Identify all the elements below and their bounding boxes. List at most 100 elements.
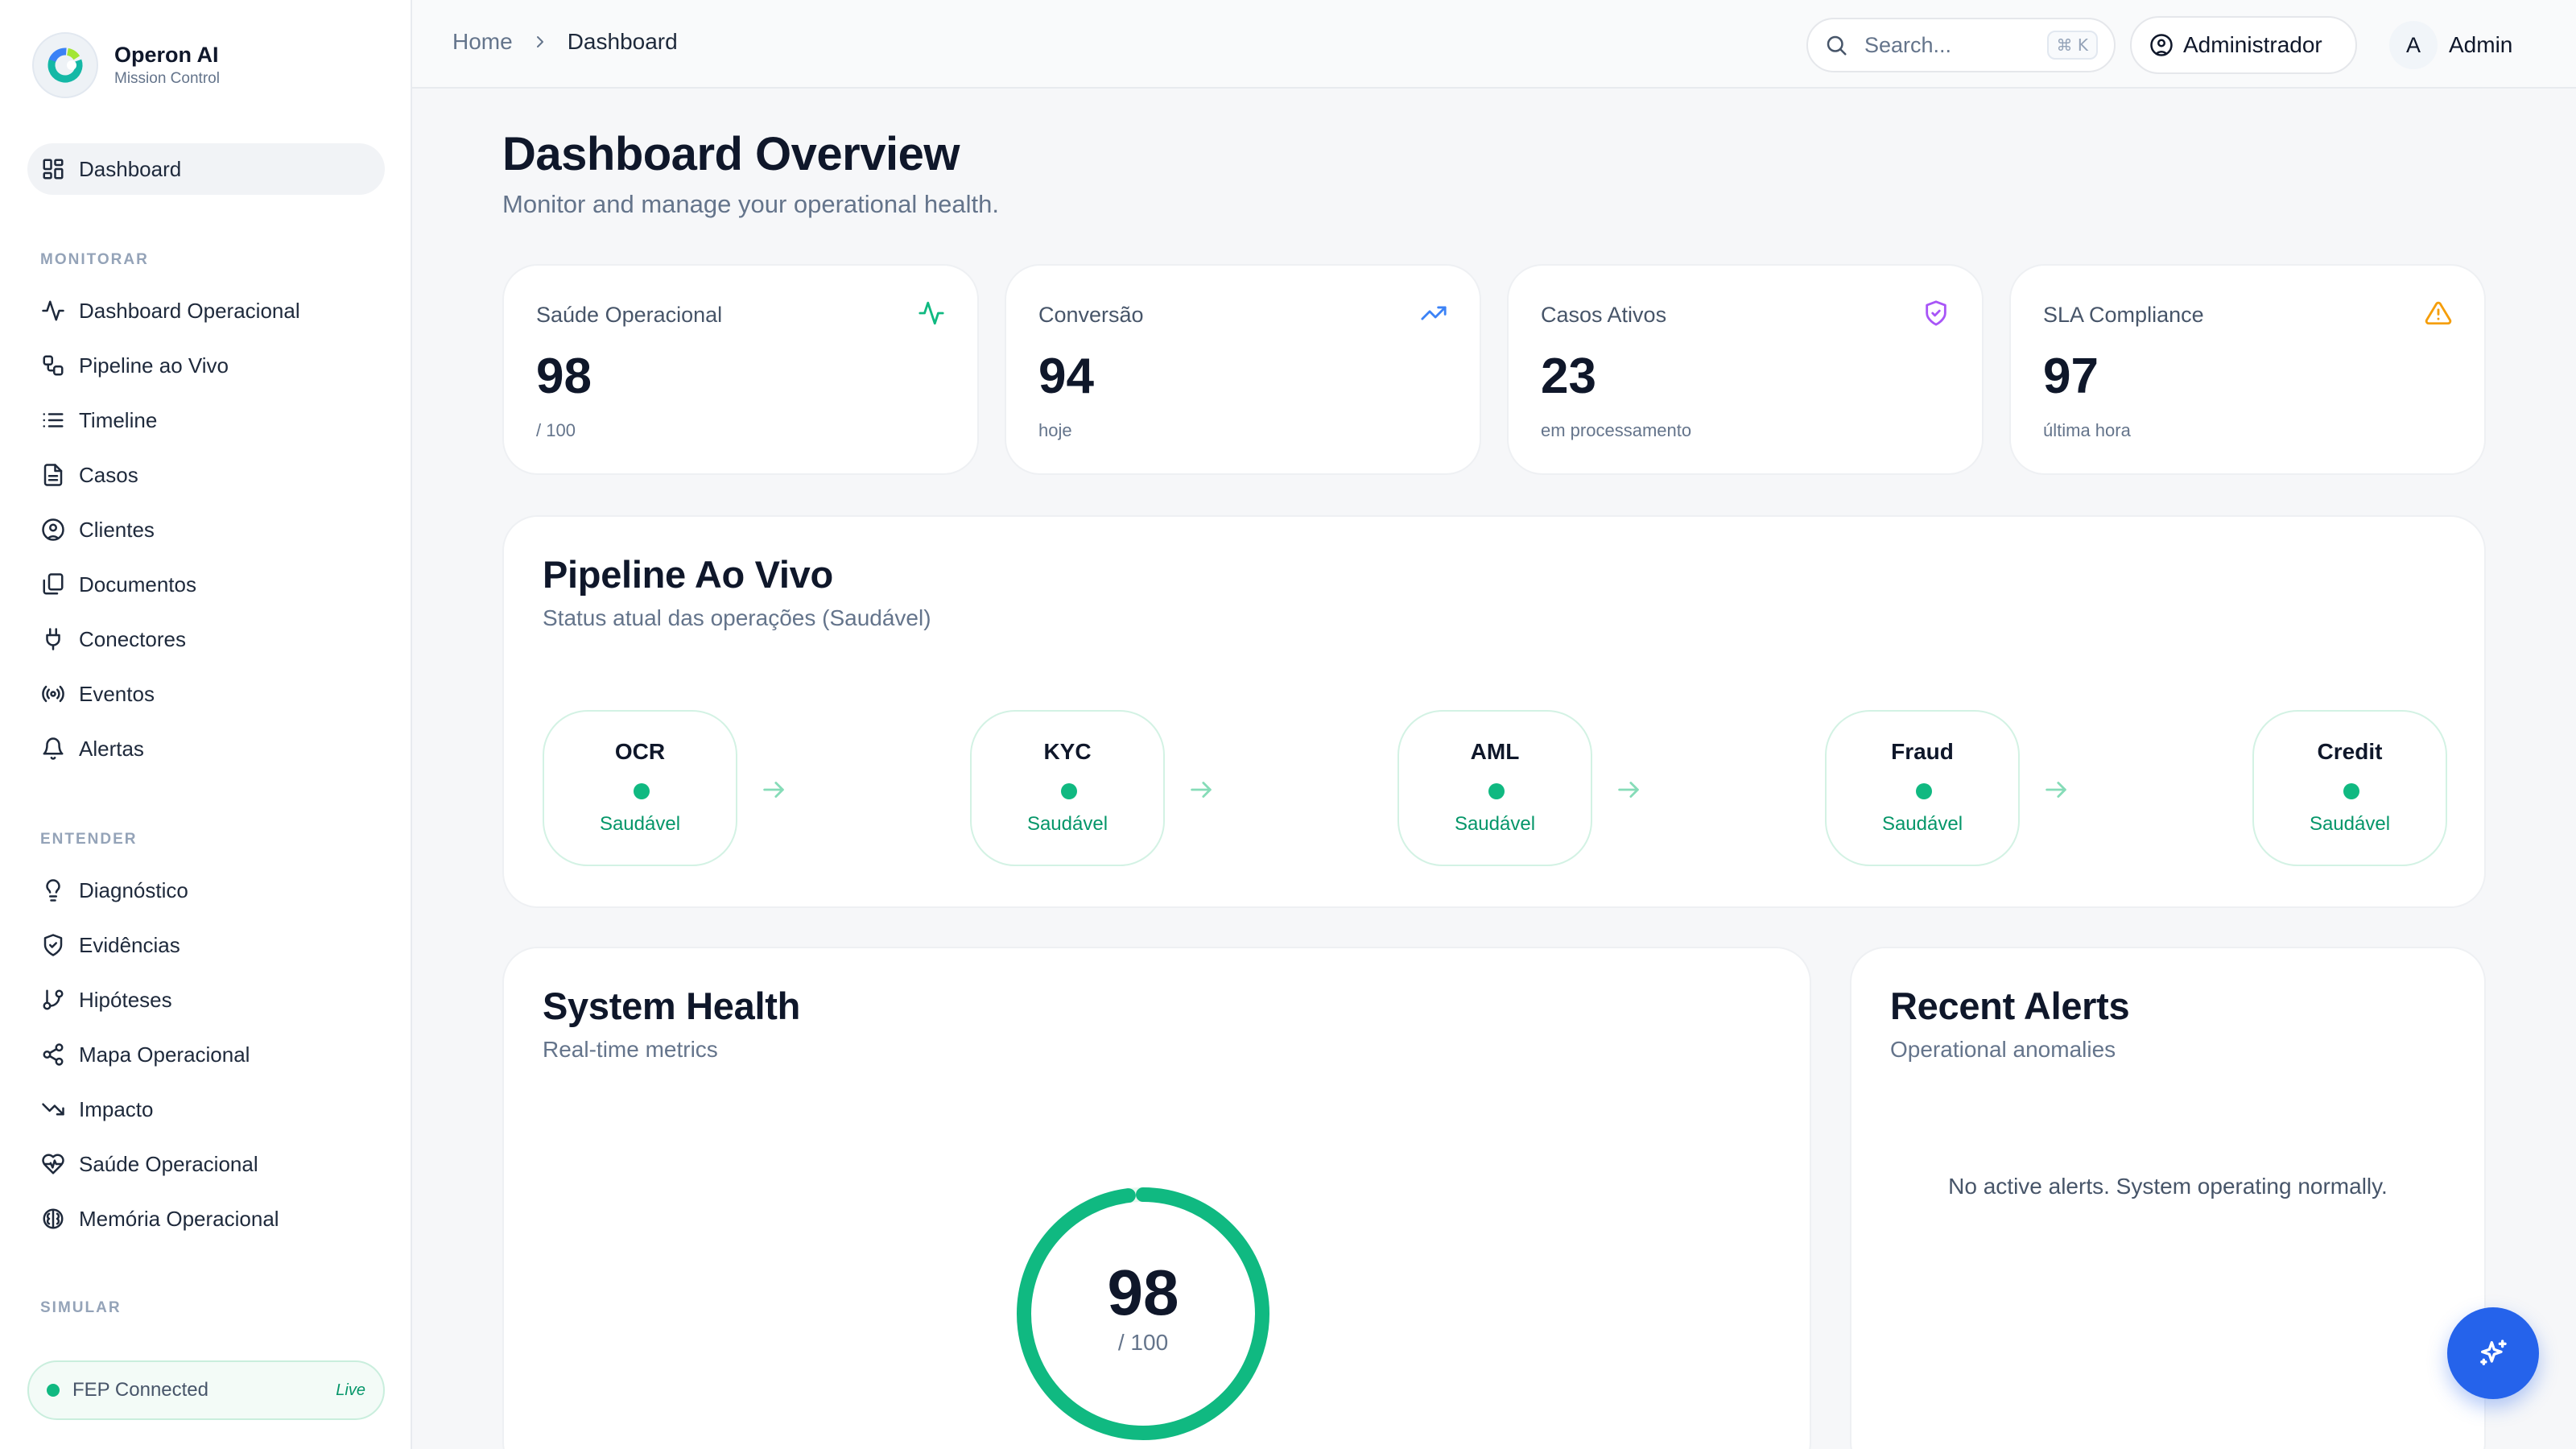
activity-icon [40, 298, 66, 324]
arrow-right-icon [2042, 776, 2070, 803]
section-title-simular: SIMULAR [40, 1299, 122, 1316]
brand-subtitle: Mission Control [114, 70, 220, 87]
sidebar-item-alertas[interactable]: Alertas [40, 733, 144, 765]
connection-status-label: FEP Connected [72, 1379, 208, 1401]
search-input[interactable]: Search... ⌘ K [1806, 18, 2116, 72]
sidebar-item-casos[interactable]: Casos [40, 459, 138, 491]
alert-triangle-icon [2425, 299, 2452, 327]
activity-icon [918, 299, 945, 327]
brand-logo-icon [32, 32, 98, 98]
breadcrumb-home-link[interactable]: Home [452, 29, 513, 55]
kpi-card-sla-compliance[interactable]: SLA Compliance 97 última hora [2009, 264, 2486, 475]
sidebar-item-hipoteses[interactable]: Hipóteses [40, 984, 172, 1016]
health-gauge: 98 / 100 [1011, 1182, 1275, 1446]
kpi-title: SLA Compliance [2043, 303, 2204, 327]
status-dot [2343, 783, 2359, 799]
section-title-monitorar: MONITORAR [40, 251, 149, 268]
git-branch-icon [40, 987, 66, 1013]
user-circle-icon [2149, 33, 2174, 57]
pipeline-stage-aml[interactable]: AML Saudável [1397, 710, 1592, 866]
pipeline-stage-credit[interactable]: Credit Saudável [2252, 710, 2447, 866]
search-icon [1824, 33, 1848, 57]
alerts-title: Recent Alerts [1890, 985, 2130, 1027]
sidebar-item-label: Timeline [79, 407, 158, 432]
brand[interactable]: Operon AI Mission Control [32, 32, 220, 98]
health-score-suffix: / 100 [1117, 1330, 1169, 1355]
stage-name: Fraud [1891, 739, 1954, 764]
role-label: Administrador [2183, 32, 2322, 57]
page-subtitle: Monitor and manage your operational heal… [502, 190, 999, 218]
pipeline-subtitle: Status atual das operações (Saudável) [543, 605, 931, 630]
stage-name: OCR [614, 739, 666, 764]
arrow-right-icon [1187, 776, 1215, 803]
share-icon [40, 1042, 66, 1067]
sidebar-item-impacto[interactable]: Impacto [40, 1093, 154, 1125]
connection-status-badge: FEP Connected Live [27, 1360, 385, 1420]
files-icon [40, 572, 66, 597]
kpi-value: 94 [1038, 349, 1094, 404]
system-health-title: System Health [543, 985, 801, 1027]
pipeline-stage-kyc[interactable]: KYC Saudável [970, 710, 1165, 866]
kpi-card-casos-ativos[interactable]: Casos Ativos 23 em processamento [1507, 264, 1984, 475]
kpi-subtext: última hora [2043, 420, 2131, 440]
sidebar-item-eventos[interactable]: Eventos [40, 678, 155, 710]
sidebar-item-conectores[interactable]: Conectores [40, 623, 186, 655]
sidebar-item-label: Dashboard [79, 156, 182, 181]
heart-pulse-icon [40, 1151, 66, 1177]
sidebar-item-label: Clientes [79, 517, 155, 542]
layout-grid-icon [40, 156, 66, 182]
sidebar-item-pipeline-ao-vivo[interactable]: Pipeline ao Vivo [40, 349, 229, 382]
avatar: A [2389, 21, 2438, 69]
kpi-title: Saúde Operacional [536, 303, 723, 327]
sidebar-item-memoria-operacional[interactable]: Memória Operacional [40, 1203, 279, 1235]
sidebar-item-label: Conectores [79, 626, 186, 651]
trending-down-icon [40, 1096, 66, 1122]
stage-name: Credit [2317, 739, 2383, 764]
sidebar-item-timeline[interactable]: Timeline [40, 404, 157, 436]
alerts-empty-state: No active alerts. System operating norma… [1948, 1174, 2388, 1199]
status-dot [1916, 783, 1932, 799]
trending-up-icon [1420, 299, 1447, 327]
arrow-right-icon [760, 776, 787, 803]
stage-status: Saudável [599, 813, 681, 835]
stage-status: Saudável [1454, 813, 1536, 835]
kpi-card-conversao[interactable]: Conversão 94 hoje [1005, 264, 1481, 475]
system-health-subtitle: Real-time metrics [543, 1037, 718, 1062]
status-dot [1488, 783, 1505, 799]
sidebar-item-mapa-operacional[interactable]: Mapa Operacional [40, 1038, 250, 1071]
sidebar-item-dashboard[interactable]: Dashboard [27, 143, 385, 195]
sidebar-item-dashboard-operacional[interactable]: Dashboard Operacional [40, 295, 300, 327]
ai-assistant-button[interactable] [2447, 1307, 2539, 1399]
role-switch-button[interactable]: Administrador [2130, 16, 2357, 74]
sidebar-item-diagnostico[interactable]: Diagnóstico [40, 874, 188, 906]
sidebar: Operon AI Mission Control Dashboard MONI… [0, 0, 412, 1449]
kpi-card-saude-operacional[interactable]: Saúde Operacional 98 / 100 [502, 264, 979, 475]
stage-status: Saudável [1026, 813, 1108, 835]
sidebar-item-clientes[interactable]: Clientes [40, 514, 155, 546]
workflow-icon [40, 353, 66, 378]
sidebar-item-documentos[interactable]: Documentos [40, 568, 196, 601]
alerts-subtitle: Operational anomalies [1890, 1037, 2116, 1062]
pipeline-stage-fraud[interactable]: Fraud Saudável [1825, 710, 2020, 866]
sidebar-item-saude-operacional[interactable]: Saúde Operacional [40, 1148, 258, 1180]
kpi-title: Casos Ativos [1541, 303, 1667, 327]
sidebar-item-label: Diagnóstico [79, 877, 188, 902]
sidebar-item-label: Dashboard Operacional [79, 298, 300, 323]
recent-alerts-card: Recent Alerts Operational anomalies No a… [1850, 947, 2486, 1449]
sidebar-item-evidencias[interactable]: Evidências [40, 929, 180, 961]
section-title-entender: ENTENDER [40, 831, 138, 848]
kpi-value: 97 [2043, 349, 2099, 404]
stage-name: KYC [1043, 739, 1092, 764]
user-name: Admin [2449, 32, 2513, 57]
page-title: Dashboard Overview [502, 128, 960, 180]
search-placeholder: Search... [1864, 32, 1952, 57]
breadcrumb: Home Dashboard [452, 29, 678, 55]
user-menu[interactable]: A Admin [2389, 21, 2512, 69]
status-dot [47, 1384, 60, 1397]
pipeline-stage-ocr[interactable]: OCR Saudável [543, 710, 737, 866]
brand-name: Operon AI [114, 43, 219, 67]
chevron-right-icon [530, 32, 550, 52]
search-shortcut-badge: ⌘ K [2046, 31, 2098, 60]
sidebar-item-label: Eventos [79, 681, 155, 706]
kpi-subtext: / 100 [536, 420, 576, 440]
